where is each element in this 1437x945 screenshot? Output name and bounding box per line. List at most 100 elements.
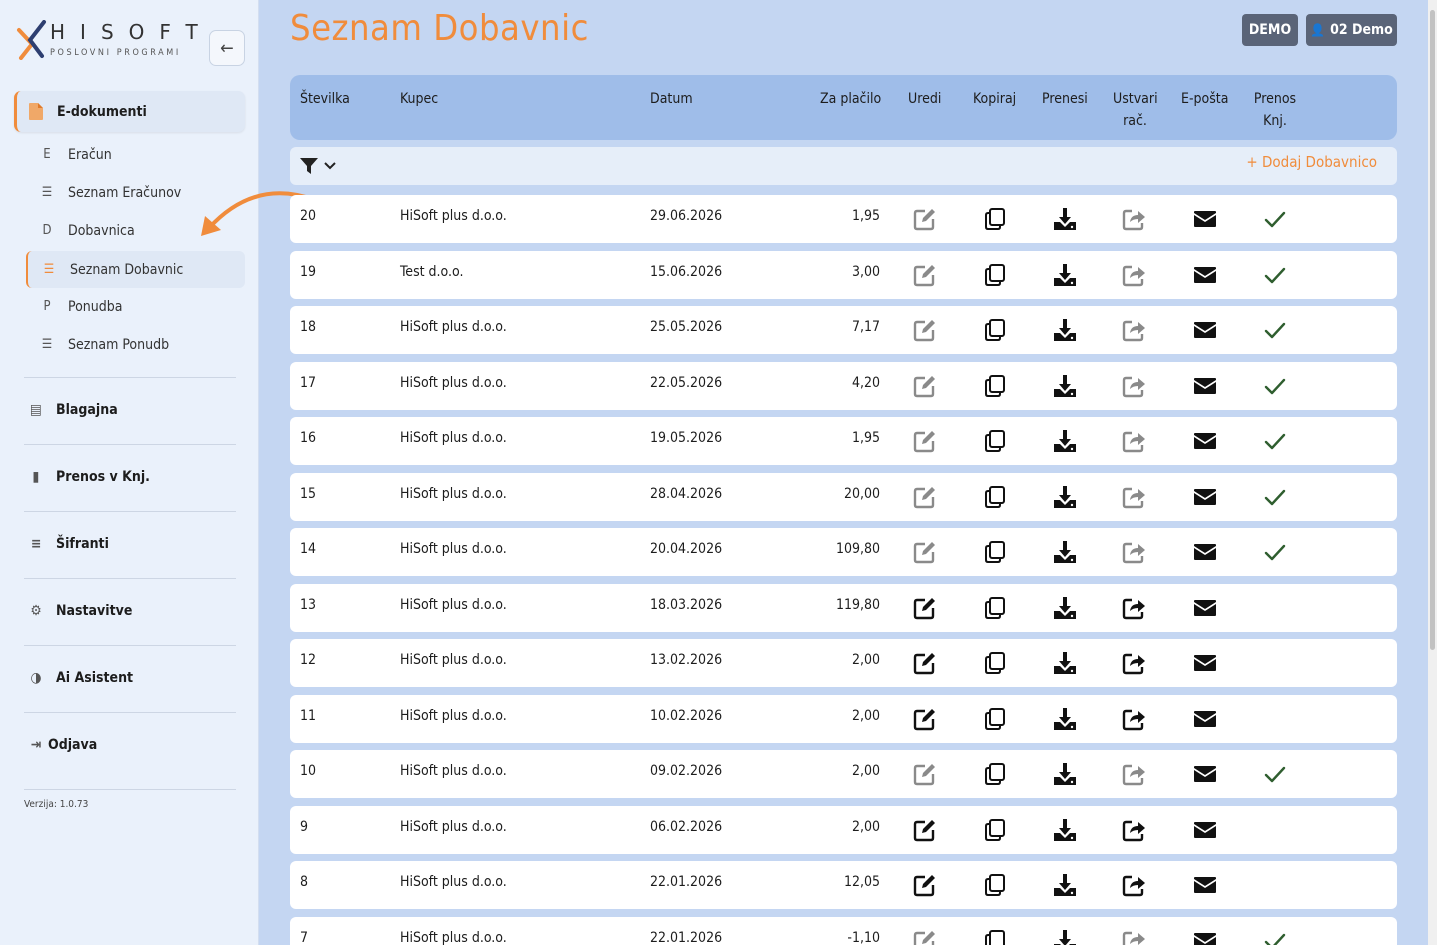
copy-icon[interactable] — [983, 762, 1007, 786]
share-icon[interactable] — [1122, 596, 1146, 620]
table-row[interactable]: 17 HiSoft plus d.o.o. 22.05.2026 4,20 — [290, 362, 1397, 410]
sidebar-item-eracun[interactable]: E Eračun — [26, 136, 245, 173]
table-row[interactable]: 20 HiSoft plus d.o.o. 29.06.2026 1,95 — [290, 195, 1397, 243]
table-row[interactable]: 14 HiSoft plus d.o.o. 20.04.2026 109,80 — [290, 528, 1397, 576]
edit-icon[interactable] — [913, 485, 937, 509]
download-icon[interactable] — [1053, 540, 1077, 564]
share-icon[interactable] — [1122, 485, 1146, 509]
filter-icon[interactable] — [300, 156, 340, 176]
sidebar-group-nastavitve[interactable]: ⚙ Nastavitve — [24, 591, 236, 631]
share-icon[interactable] — [1122, 540, 1146, 564]
mail-icon[interactable] — [1193, 929, 1217, 945]
copy-icon[interactable] — [983, 707, 1007, 731]
download-icon[interactable] — [1053, 707, 1077, 731]
edit-icon[interactable] — [913, 762, 937, 786]
edit-icon[interactable] — [913, 540, 937, 564]
edit-icon[interactable] — [913, 318, 937, 342]
mail-icon[interactable] — [1193, 207, 1217, 231]
copy-icon[interactable] — [983, 318, 1007, 342]
copy-icon[interactable] — [983, 929, 1007, 945]
edit-icon[interactable] — [913, 873, 937, 897]
edit-icon[interactable] — [913, 374, 937, 398]
table-row[interactable]: 10 HiSoft plus d.o.o. 09.02.2026 2,00 — [290, 750, 1397, 798]
mail-icon[interactable] — [1193, 873, 1217, 897]
sidebar-group-ai-asistent[interactable]: ◑ Ai Asistent — [24, 658, 236, 698]
download-icon[interactable] — [1053, 485, 1077, 509]
copy-icon[interactable] — [983, 540, 1007, 564]
table-row[interactable]: 11 HiSoft plus d.o.o. 10.02.2026 2,00 — [290, 695, 1397, 743]
download-icon[interactable] — [1053, 929, 1077, 945]
edit-icon[interactable] — [913, 596, 937, 620]
share-icon[interactable] — [1122, 929, 1146, 945]
copy-icon[interactable] — [983, 818, 1007, 842]
download-icon[interactable] — [1053, 818, 1077, 842]
edit-icon[interactable] — [913, 263, 937, 287]
mail-icon[interactable] — [1193, 762, 1217, 786]
mail-icon[interactable] — [1193, 596, 1217, 620]
sidebar-group-sifranti[interactable]: ≡ Šifranti — [24, 524, 236, 564]
mail-icon[interactable] — [1193, 540, 1217, 564]
edit-icon[interactable] — [913, 929, 937, 945]
col-kupec[interactable]: Kupec — [400, 88, 438, 110]
download-icon[interactable] — [1053, 429, 1077, 453]
mail-icon[interactable] — [1193, 818, 1217, 842]
edit-icon[interactable] — [913, 429, 937, 453]
sidebar-item-ponudba[interactable]: P Ponudba — [26, 288, 245, 325]
download-icon[interactable] — [1053, 207, 1077, 231]
col-datum[interactable]: Datum — [650, 88, 693, 110]
edit-icon[interactable] — [913, 207, 937, 231]
share-icon[interactable] — [1122, 429, 1146, 453]
copy-icon[interactable] — [983, 873, 1007, 897]
download-icon[interactable] — [1053, 318, 1077, 342]
sidebar-item-seznam-dobavnic[interactable]: ☰ Seznam Dobavnic — [26, 251, 245, 288]
mail-icon[interactable] — [1193, 485, 1217, 509]
download-icon[interactable] — [1053, 651, 1077, 675]
table-row[interactable]: 16 HiSoft plus d.o.o. 19.05.2026 1,95 — [290, 417, 1397, 465]
mail-icon[interactable] — [1193, 707, 1217, 731]
sidebar-group-blagajna[interactable]: ▤ Blagajna — [24, 390, 236, 430]
copy-icon[interactable] — [983, 429, 1007, 453]
share-icon[interactable] — [1122, 207, 1146, 231]
mail-icon[interactable] — [1193, 318, 1217, 342]
download-icon[interactable] — [1053, 762, 1077, 786]
col-stevilka[interactable]: Številka — [300, 88, 350, 110]
sidebar-item-seznam-ponudb[interactable]: ☰ Seznam Ponudb — [26, 326, 245, 363]
hisoft-logo[interactable]: HISOFT POSLOVNI PROGRAMI — [16, 18, 198, 62]
col-za-placilo[interactable]: Za plačilo — [820, 88, 881, 110]
table-row[interactable]: 18 HiSoft plus d.o.o. 25.05.2026 7,17 — [290, 306, 1397, 354]
table-row[interactable]: 12 HiSoft plus d.o.o. 13.02.2026 2,00 — [290, 639, 1397, 687]
share-icon[interactable] — [1122, 651, 1146, 675]
share-icon[interactable] — [1122, 374, 1146, 398]
copy-icon[interactable] — [983, 374, 1007, 398]
edit-icon[interactable] — [913, 707, 937, 731]
table-row[interactable]: 9 HiSoft plus d.o.o. 06.02.2026 2,00 — [290, 806, 1397, 854]
mail-icon[interactable] — [1193, 374, 1217, 398]
copy-icon[interactable] — [983, 485, 1007, 509]
copy-icon[interactable] — [983, 263, 1007, 287]
share-icon[interactable] — [1122, 873, 1146, 897]
download-icon[interactable] — [1053, 374, 1077, 398]
download-icon[interactable] — [1053, 596, 1077, 620]
user-button[interactable]: 👤 02 Demo — [1306, 14, 1397, 46]
demo-button[interactable]: DEMO — [1242, 14, 1298, 46]
table-row[interactable]: 7 HiSoft plus d.o.o. 22.01.2026 -1,10 — [290, 917, 1397, 945]
table-row[interactable]: 8 HiSoft plus d.o.o. 22.01.2026 12,05 — [290, 861, 1397, 909]
table-row[interactable]: 19 Test d.o.o. 15.06.2026 3,00 — [290, 251, 1397, 299]
add-dobavnica-button[interactable]: + Dodaj Dobavnico — [1246, 153, 1377, 171]
collapse-sidebar-button[interactable]: ← — [209, 30, 245, 66]
share-icon[interactable] — [1122, 818, 1146, 842]
sidebar-logout[interactable]: ⇥ Odjava — [24, 725, 236, 765]
sidebar-group-prenos[interactable]: ▮ Prenos v Knj. — [24, 457, 236, 497]
edit-icon[interactable] — [913, 651, 937, 675]
share-icon[interactable] — [1122, 707, 1146, 731]
mail-icon[interactable] — [1193, 429, 1217, 453]
share-icon[interactable] — [1122, 762, 1146, 786]
copy-icon[interactable] — [983, 651, 1007, 675]
mail-icon[interactable] — [1193, 263, 1217, 287]
scrollbar-thumb[interactable] — [1430, 10, 1435, 650]
download-icon[interactable] — [1053, 263, 1077, 287]
copy-icon[interactable] — [983, 207, 1007, 231]
copy-icon[interactable] — [983, 596, 1007, 620]
table-row[interactable]: 13 HiSoft plus d.o.o. 18.03.2026 119,80 — [290, 584, 1397, 632]
mail-icon[interactable] — [1193, 651, 1217, 675]
